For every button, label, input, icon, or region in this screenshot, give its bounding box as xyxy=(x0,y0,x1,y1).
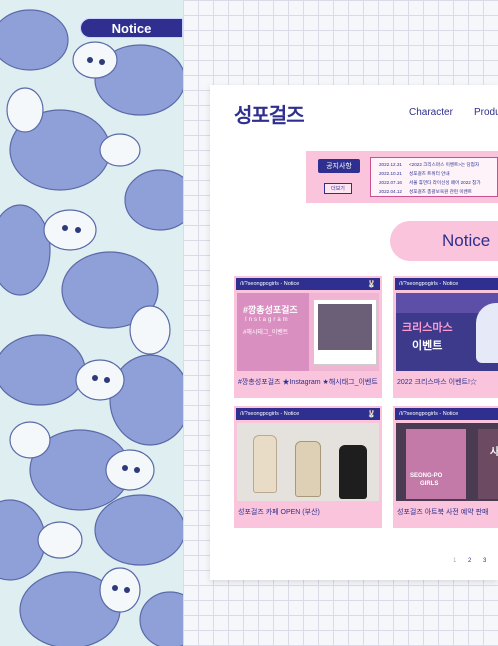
card-header: /I/?seongpogirls - Notice 🐰 xyxy=(236,278,380,290)
notice-date: 2022.04.12 xyxy=(379,189,402,194)
notice-card[interactable]: /I/?seongpogirls - Notice SEONG-PO GIRLS… xyxy=(393,406,498,528)
card-thumbnail xyxy=(237,423,379,501)
thumb-side: 사전 xyxy=(490,447,498,458)
notice-date: 2022.12.31 xyxy=(379,162,402,167)
thumb-sub: Instagram xyxy=(245,317,290,323)
notice-text: <2022 크리스마스 이벤트>는 당첨자 xyxy=(409,162,480,167)
notice-text: 성포걸즈 트위터 안내 xyxy=(409,171,450,176)
card-header: /I/?seongpogirls - Notice 🐰 xyxy=(236,408,380,420)
thumb-sub2: #해시태그_이벤트 xyxy=(243,330,289,336)
card-caption: #깡총성포걸즈 ★Instagram ★해시태그_이벤트 xyxy=(238,379,378,386)
notice-heading-text: Notice xyxy=(442,231,491,250)
thumb-sub: 이벤트 xyxy=(412,340,443,352)
thumb-title: SEONG-PO xyxy=(410,473,443,479)
notice-text: 성포걸즈 총괄보육원 관련 이벤트 xyxy=(409,189,472,194)
notice-board: 공지사항 더보기 2022.12.31 <2022 크리스마스 이벤트>는 당첨자… xyxy=(306,151,498,203)
card-caption: 성포걸즈 카페 OPEN (부산) xyxy=(238,509,320,516)
site-logo[interactable]: 성포걸즈 xyxy=(234,99,305,128)
card-thumbnail: #깡총성포걸즈 Instagram #해시태그_이벤트 xyxy=(237,293,379,371)
notice-card[interactable]: /I/?seongpogirls - Notice 🐰 성포걸즈 카페 OPEN … xyxy=(234,406,382,528)
more-button[interactable]: 더보기 xyxy=(324,183,352,194)
notice-card[interactable]: /I/?seongpogirls - Notice 🐰 #깡총성포걸즈 Insta… xyxy=(234,276,382,398)
notice-row[interactable]: 2022.10.21 성포걸즈 트위터 안내 xyxy=(375,169,493,178)
notice-board-title: 공지사항 xyxy=(318,159,360,173)
side-notice-tab: Notice xyxy=(80,18,183,38)
thumb-title: 크리스마스 xyxy=(402,322,453,334)
rabbit-icon: 🐰 xyxy=(367,411,376,418)
notice-row[interactable]: 2022.04.12 성포걸즈 총괄보육원 관련 이벤트 xyxy=(375,187,493,196)
page-link-2[interactable]: 2 xyxy=(468,558,471,564)
card-caption: 2022 크리스마스 이벤트!☆ xyxy=(397,379,477,386)
notice-row[interactable]: 2022.12.31 <2022 크리스마스 이벤트>는 당첨자 xyxy=(375,160,493,169)
pattern-art xyxy=(0,0,183,646)
thumb-sub: GIRLS xyxy=(420,481,439,487)
notice-row[interactable]: 2022.07.16 서울 휴먼타 라이선싱 페어 2022 참가 xyxy=(375,178,493,187)
notice-date: 2022.07.16 xyxy=(379,180,402,185)
rabbit-icon: 🐰 xyxy=(367,281,376,288)
page-link-3[interactable]: 3 xyxy=(483,558,486,564)
card-handle: /I/?seongpogirls - Notice xyxy=(240,281,300,287)
card-handle: /I/?seongpogirls - Notice xyxy=(399,281,459,287)
card-header: /I/?seongpogirls - Notice xyxy=(395,408,498,420)
card-handle: /I/?seongpogirls - Notice xyxy=(399,411,459,417)
notice-text: 서울 휴먼타 라이선싱 페어 2022 참가 xyxy=(409,180,481,185)
notice-section-heading: Notice xyxy=(390,221,498,261)
character-pattern-illustration xyxy=(0,0,183,646)
nav-character[interactable]: Character xyxy=(409,107,453,118)
website-page: 성포걸즈 Character Produ 공지사항 더보기 2022.12.31… xyxy=(210,85,498,580)
page-link-1[interactable]: 1 xyxy=(453,558,456,564)
card-thumbnail: 크리스마스 이벤트 xyxy=(396,293,498,371)
card-thumbnail: SEONG-PO GIRLS 사전 xyxy=(396,423,498,501)
thumb-title: #깡총성포걸즈 xyxy=(243,305,298,315)
notice-list: 2022.12.31 <2022 크리스마스 이벤트>는 당첨자 2022.10.… xyxy=(370,157,498,197)
notice-card[interactable]: /I/?seongpogirls - Notice 크리스마스 이벤트 2022… xyxy=(393,276,498,398)
side-notice-label: Notice xyxy=(111,20,152,36)
card-handle: /I/?seongpogirls - Notice xyxy=(240,411,300,417)
nav-product[interactable]: Produ xyxy=(474,107,498,118)
card-caption: 성포걸즈 아트북 사전 예약 판매 xyxy=(397,509,489,516)
card-header: /I/?seongpogirls - Notice xyxy=(395,278,498,290)
notice-date: 2022.10.21 xyxy=(379,171,402,176)
